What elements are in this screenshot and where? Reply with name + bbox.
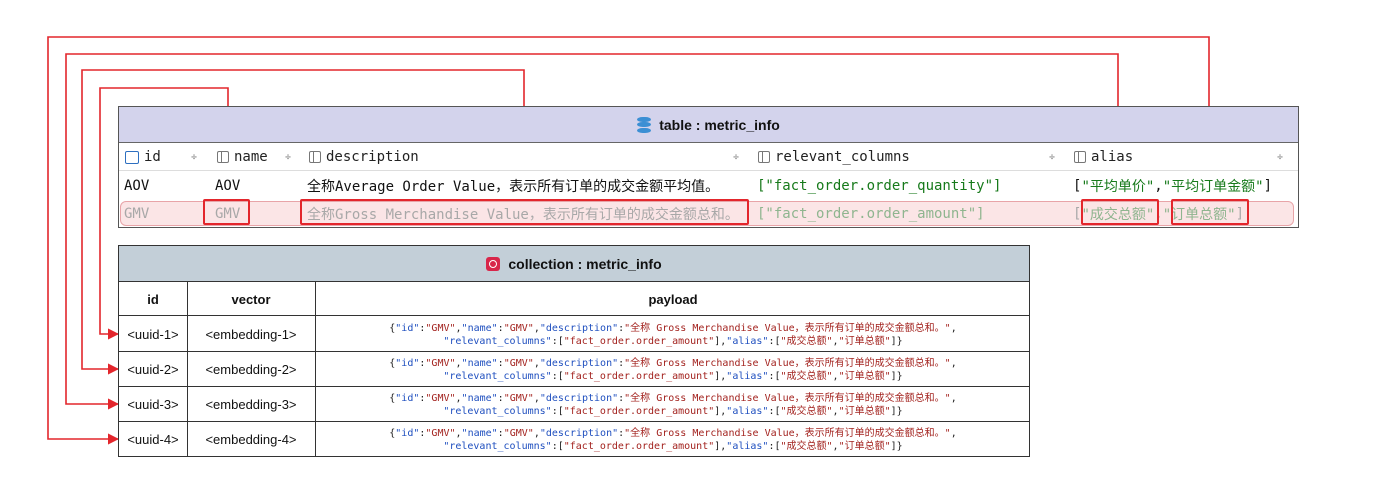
collection-title-bar: collection : metric_info — [119, 246, 1029, 282]
collection-row[interactable]: <uuid-1> <embedding-1> {"id":"GMV","name… — [119, 317, 1029, 352]
cell-payload: {"id":"GMV","name":"GMV","description":"… — [315, 352, 1031, 387]
payload-line-1: {"id":"GMV","name":"GMV","description":"… — [389, 322, 957, 334]
column-icon — [217, 151, 229, 163]
collection-row[interactable]: <uuid-2> <embedding-2> {"id":"GMV","name… — [119, 352, 1029, 387]
payload-line-1: {"id":"GMV","name":"GMV","description":"… — [389, 427, 957, 439]
payload-line-2: "relevant_columns":["fact_order.order_am… — [443, 440, 903, 452]
column-header-id[interactable]: id — [125, 143, 161, 171]
database-icon — [637, 116, 652, 133]
cell-payload: {"id":"GMV","name":"GMV","description":"… — [315, 387, 1031, 422]
cell-id: GMV — [124, 206, 150, 222]
cell-relevant-columns: ["fact_order.order_amount"] — [757, 206, 985, 222]
sort-icon[interactable]: ÷ — [191, 143, 197, 171]
cell-id: AOV — [124, 178, 150, 194]
key-column-icon — [125, 150, 139, 164]
cell-uuid: <uuid-4> — [127, 432, 179, 447]
payload-line-2: "relevant_columns":["fact_order.order_am… — [443, 405, 903, 417]
column-header-name[interactable]: name — [217, 143, 268, 171]
cell-relevant-columns: ["fact_order.order_quantity"] — [757, 178, 1002, 194]
cell-payload: {"id":"GMV","name":"GMV","description":"… — [315, 317, 1031, 352]
cell-embedding: <embedding-2> — [205, 362, 297, 377]
collection-row[interactable]: <uuid-4> <embedding-4> {"id":"GMV","name… — [119, 422, 1029, 457]
column-header-description[interactable]: description — [309, 143, 419, 171]
header-vector: vector — [231, 291, 271, 307]
cell-payload: {"id":"GMV","name":"GMV","description":"… — [315, 422, 1031, 457]
table-title-bar: table : metric_info — [119, 107, 1298, 143]
metric-info-collection: collection : metric_info id vector paylo… — [118, 245, 1030, 457]
column-icon — [309, 151, 321, 163]
cell-uuid: <uuid-2> — [127, 362, 179, 377]
column-icon — [758, 151, 770, 163]
table-row[interactable]: AOV AOV 全称Average Order Value，表示所有订单的成交金… — [119, 172, 1298, 200]
column-icon — [1074, 151, 1086, 163]
cell-alias: ["平均单价", "平均订单金额"] — [1073, 178, 1273, 195]
sort-icon[interactable]: ÷ — [733, 143, 739, 171]
cell-uuid: <uuid-3> — [127, 397, 179, 412]
payload-line-2: "relevant_columns":["fact_order.order_am… — [443, 335, 903, 347]
column-header-alias[interactable]: alias — [1074, 143, 1133, 171]
sort-icon[interactable]: ÷ — [1049, 143, 1055, 171]
cell-description: 全称Average Order Value，表示所有订单的成交金额平均值。 — [307, 179, 720, 195]
highlight-box-name — [203, 199, 250, 225]
column-header-relevant-columns[interactable]: relevant_columns — [758, 143, 910, 171]
highlight-box-alias-b — [1171, 199, 1249, 225]
cell-embedding: <embedding-4> — [205, 432, 297, 447]
collection-row[interactable]: <uuid-3> <embedding-3> {"id":"GMV","name… — [119, 387, 1029, 422]
cell-name: AOV — [215, 178, 241, 194]
cell-uuid: <uuid-1> — [127, 327, 179, 342]
sort-icon[interactable]: ÷ — [285, 143, 291, 171]
collection-header-row: id vector payload — [119, 282, 1029, 316]
payload-line-1: {"id":"GMV","name":"GMV","description":"… — [389, 357, 957, 369]
highlight-box-description — [300, 199, 749, 225]
cell-embedding: <embedding-3> — [205, 397, 297, 412]
header-payload: payload — [648, 291, 698, 307]
table-header-row: id ÷ name ÷ description ÷ relevant_colum… — [119, 143, 1298, 171]
collection-title: collection : metric_info — [508, 255, 662, 272]
milvus-collection-icon — [486, 256, 501, 271]
cell-embedding: <embedding-1> — [205, 327, 297, 342]
header-id: id — [147, 291, 159, 307]
sort-icon[interactable]: ÷ — [1277, 143, 1283, 171]
payload-line-2: "relevant_columns":["fact_order.order_am… — [443, 370, 903, 382]
table-title: table : metric_info — [659, 116, 780, 133]
highlight-box-alias-a — [1081, 199, 1159, 225]
payload-line-1: {"id":"GMV","name":"GMV","description":"… — [389, 392, 957, 404]
